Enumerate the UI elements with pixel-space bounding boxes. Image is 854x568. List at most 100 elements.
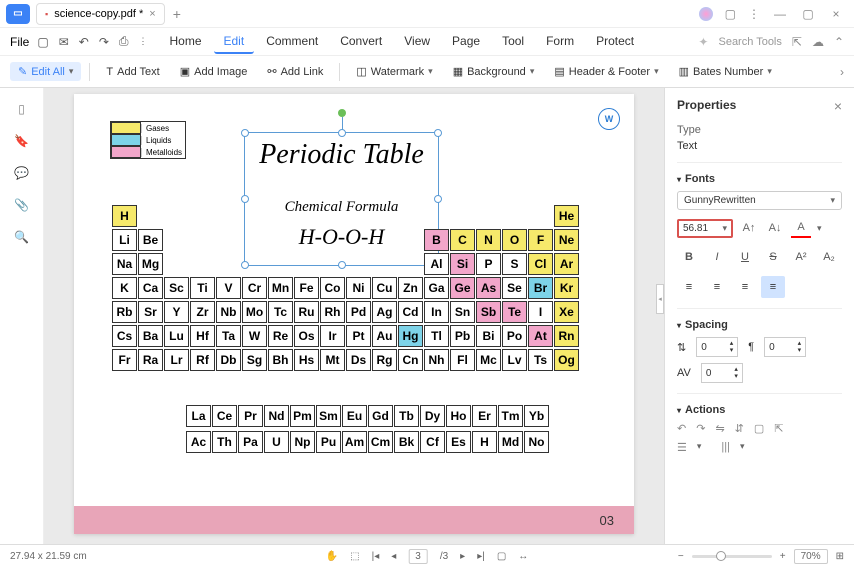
resize-handle-bl[interactable]	[241, 261, 249, 269]
font-color-icon[interactable]: A	[791, 218, 811, 238]
rotate-handle[interactable]	[338, 109, 346, 117]
assistant-icon[interactable]: ✦	[698, 35, 708, 49]
char-spacing-input[interactable]: 0▴▾	[701, 363, 743, 383]
menu-page[interactable]: Page	[442, 30, 490, 54]
font-size-input[interactable]: 56.81 ▾	[677, 219, 733, 238]
minimize-button[interactable]: —	[772, 7, 788, 21]
attachments-icon[interactable]: 📎	[14, 198, 29, 212]
thumbnails-icon[interactable]: ▯	[18, 102, 25, 116]
view-mode-icon[interactable]: ⊞	[836, 551, 844, 562]
toolbar-overflow-icon[interactable]: ›	[840, 65, 844, 79]
list-icon[interactable]: ☰	[677, 441, 687, 454]
line-spacing-input[interactable]: 0▴▾	[696, 337, 738, 357]
flip-vertical-icon[interactable]: ⇵	[735, 422, 744, 435]
ai-icon[interactable]	[699, 7, 713, 21]
menu-view[interactable]: View	[394, 30, 440, 54]
menu-convert[interactable]: Convert	[330, 30, 392, 54]
expand-icon[interactable]: ⌃	[834, 35, 844, 49]
header-footer-button[interactable]: ▤Header & Footer▾	[546, 62, 666, 81]
zoom-out-icon[interactable]: −	[678, 551, 684, 562]
document-page[interactable]: W GasesLiquidsMetalloids Periodic Table …	[74, 94, 634, 534]
first-page-icon[interactable]: |◂	[372, 551, 380, 562]
align-center-button[interactable]: ≡	[705, 276, 729, 298]
underline-button[interactable]: U	[733, 246, 757, 268]
align-right-button[interactable]: ≡	[733, 276, 757, 298]
resize-handle-tc[interactable]	[338, 129, 346, 137]
prev-page-icon[interactable]: ◂	[391, 551, 396, 562]
right-expand-handle[interactable]: ◂	[656, 284, 664, 314]
add-image-button[interactable]: ▣Add Image	[172, 62, 256, 81]
zoom-in-icon[interactable]: +	[780, 551, 786, 562]
more-quickaccess-icon[interactable]: ⋮	[138, 36, 147, 47]
menu-edit[interactable]: Edit	[214, 30, 255, 54]
notification-icon[interactable]: ▢	[725, 7, 736, 21]
maximize-button[interactable]: ▢	[800, 7, 816, 21]
cloud-icon[interactable]: ☁	[812, 35, 824, 49]
bold-button[interactable]: B	[677, 246, 701, 268]
menu-form[interactable]: Form	[536, 30, 584, 54]
watermark-button[interactable]: ◫Watermark▾	[348, 62, 440, 81]
extract-icon[interactable]: ⇱	[774, 422, 783, 435]
add-text-button[interactable]: TAdd Text	[98, 63, 167, 81]
rotate-right-icon[interactable]: ↷	[696, 422, 705, 435]
file-menu[interactable]: File	[10, 35, 29, 49]
resize-handle-mr[interactable]	[434, 195, 442, 203]
share-icon[interactable]: ⇱	[792, 35, 802, 49]
comments-icon[interactable]: 💬	[14, 166, 29, 180]
doc-formula-text[interactable]: H-O-O-H	[249, 224, 434, 250]
bates-number-button[interactable]: ▥Bates Number▾	[671, 62, 780, 81]
menu-protect[interactable]: Protect	[586, 30, 644, 54]
search-tools-input[interactable]: Search Tools	[718, 36, 781, 48]
search-panel-icon[interactable]: 🔍	[14, 230, 29, 244]
resize-handle-ml[interactable]	[241, 195, 249, 203]
font-family-select[interactable]: GunnyRewritten ▾	[677, 191, 842, 210]
increase-font-icon[interactable]: A↑	[739, 218, 759, 238]
mail-icon[interactable]: ✉	[59, 35, 69, 49]
more-icon[interactable]: ⋮	[748, 7, 760, 21]
actions-section-header[interactable]: Actions	[677, 404, 842, 416]
background-button[interactable]: ▦Background▾	[445, 62, 543, 81]
decrease-font-icon[interactable]: A↓	[765, 218, 785, 238]
next-page-icon[interactable]: ▸	[460, 551, 465, 562]
page-number-input[interactable]: 3	[408, 549, 428, 564]
close-button[interactable]: ×	[828, 7, 844, 21]
fonts-section-header[interactable]: Fonts	[677, 173, 842, 185]
hand-tool-icon[interactable]: ✋	[326, 551, 338, 562]
doc-subtitle-text[interactable]: Chemical Formula	[249, 199, 434, 216]
print-icon[interactable]: ⎙	[119, 34, 129, 49]
spacing-section-header[interactable]: Spacing	[677, 319, 842, 331]
document-tab[interactable]: ▪ science-copy.pdf * ×	[36, 3, 165, 25]
edit-all-button[interactable]: ✎ Edit All ▾	[10, 62, 81, 81]
doc-title-text[interactable]: Periodic Table	[249, 139, 434, 171]
bookmarks-icon[interactable]: 🔖	[14, 134, 29, 148]
subscript-button[interactable]: A₂	[817, 246, 841, 268]
superscript-button[interactable]: A²	[789, 246, 813, 268]
word-export-badge[interactable]: W	[598, 108, 620, 130]
italic-button[interactable]: I	[705, 246, 729, 268]
redo-icon[interactable]: ↷	[99, 35, 109, 49]
menu-tool[interactable]: Tool	[492, 30, 534, 54]
zoom-level[interactable]: 70%	[794, 549, 828, 564]
columns-icon[interactable]: |||	[721, 441, 730, 454]
resize-handle-bc[interactable]	[338, 261, 346, 269]
align-left-button[interactable]: ≡	[677, 276, 701, 298]
strikethrough-button[interactable]: S	[761, 246, 785, 268]
zoom-slider[interactable]	[692, 555, 772, 558]
align-justify-button[interactable]: ≡	[761, 276, 785, 298]
fit-page-icon[interactable]: ▢	[497, 551, 506, 562]
flip-horizontal-icon[interactable]: ⇋	[715, 422, 724, 435]
menu-comment[interactable]: Comment	[256, 30, 328, 54]
close-tab-icon[interactable]: ×	[149, 8, 155, 20]
menu-home[interactable]: Home	[159, 30, 211, 54]
crop-icon[interactable]: ▢	[754, 422, 764, 435]
save-icon[interactable]: ▢	[37, 35, 48, 49]
paragraph-spacing-input[interactable]: 0▴▾	[764, 337, 806, 357]
chevron-down-icon[interactable]: ▾	[817, 223, 822, 234]
rotate-left-icon[interactable]: ↶	[677, 422, 686, 435]
select-tool-icon[interactable]: ⬚	[350, 551, 359, 562]
close-properties-icon[interactable]: ×	[834, 98, 842, 114]
add-link-button[interactable]: ⚯Add Link	[259, 62, 331, 81]
resize-handle-tr[interactable]	[434, 129, 442, 137]
zoom-thumb[interactable]	[716, 551, 726, 561]
resize-handle-tl[interactable]	[241, 129, 249, 137]
